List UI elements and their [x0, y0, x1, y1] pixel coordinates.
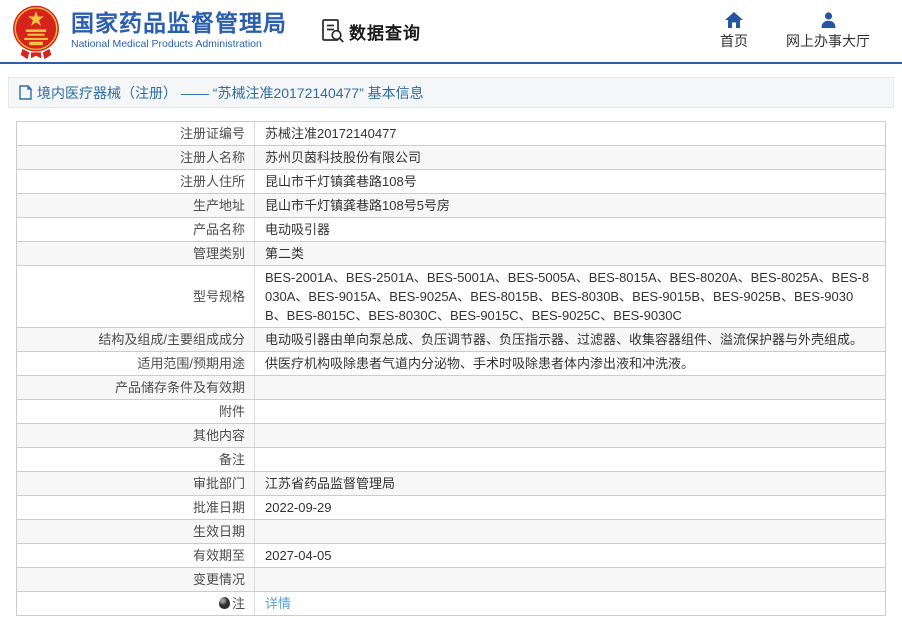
table-row: 产品名称 电动吸引器 — [16, 217, 886, 242]
row-value — [254, 519, 886, 544]
row-value: 昆山市千灯镇龚巷路108号5号房 — [254, 193, 886, 218]
row-value: 昆山市千灯镇龚巷路108号 — [254, 169, 886, 194]
person-icon — [821, 11, 835, 28]
nav-home[interactable]: 首页 — [720, 11, 748, 51]
agency-name-cn: 国家药品监督管理局 — [71, 10, 287, 37]
data-query-label: 数据查询 — [349, 23, 421, 43]
row-label: 审批部门 — [16, 471, 255, 496]
nav-home-label: 首页 — [720, 32, 748, 49]
table-row: 结构及组成/主要组成成分 电动吸引器由单向泵总成、负压调节器、负压指示器、过滤器… — [16, 327, 886, 352]
table-row: 生效日期 — [16, 519, 886, 544]
document-search-icon — [322, 19, 344, 43]
row-label: 结构及组成/主要组成成分 — [16, 327, 255, 352]
detail-link[interactable]: 详情 — [265, 596, 291, 611]
nav-service-hall-label: 网上办事大厅 — [786, 32, 870, 49]
row-label: 有效期至 — [16, 543, 255, 568]
table-row: 备注 — [16, 447, 886, 472]
table-row: 变更情况 — [16, 567, 886, 592]
row-value: 江苏省药品监督管理局 — [254, 471, 886, 496]
row-label: 生产地址 — [16, 193, 255, 218]
table-row: 注册人名称 苏州贝茵科技股份有限公司 — [16, 145, 886, 170]
table-row: 注册人住所 昆山市千灯镇龚巷路108号 — [16, 169, 886, 194]
row-value: 供医疗机构吸除患者气道内分泌物、手术时吸除患者体内渗出液和冲洗液。 — [254, 351, 886, 376]
row-value: 苏州贝茵科技股份有限公司 — [254, 145, 886, 170]
data-query-button[interactable]: 数据查询 — [321, 18, 421, 44]
row-label: 产品名称 — [16, 217, 255, 242]
row-value: 电动吸引器由单向泵总成、负压调节器、负压指示器、过滤器、收集容器组件、溢流保护器… — [254, 327, 886, 352]
agency-name-en: National Medical Products Administration — [71, 38, 262, 51]
table-row: 适用范围/预期用途 供医疗机构吸除患者气道内分泌物、手术时吸除患者体内渗出液和冲… — [16, 351, 886, 376]
row-label: 产品储存条件及有效期 — [16, 375, 255, 400]
table-row: 产品储存条件及有效期 — [16, 375, 886, 400]
info-table: 注册证编号 苏械注准20172140477 注册人名称 苏州贝茵科技股份有限公司… — [16, 121, 886, 616]
table-row: 管理类别 第二类 — [16, 241, 886, 266]
table-row: 其他内容 — [16, 423, 886, 448]
row-value — [254, 375, 886, 400]
row-value: 电动吸引器 — [254, 217, 886, 242]
home-icon — [725, 11, 743, 28]
row-label: 注册人住所 — [16, 169, 255, 194]
row-value: BES-2001A、BES-2501A、BES-5001A、BES-5005A、… — [254, 265, 886, 328]
row-label: 管理类别 — [16, 241, 255, 266]
table-row: 注 详情 — [16, 591, 886, 616]
nav-service-hall[interactable]: 网上办事大厅 — [786, 11, 870, 51]
table-row: 附件 — [16, 399, 886, 424]
row-value — [254, 447, 886, 472]
row-label: 生效日期 — [16, 519, 255, 544]
row-value: 2027-04-05 — [254, 543, 886, 568]
row-label: 型号规格 — [16, 265, 255, 328]
table-row: 注册证编号 苏械注准20172140477 — [16, 121, 886, 146]
row-label: 注册人名称 — [16, 145, 255, 170]
breadcrumb-text: 境内医疗器械（注册） —— “苏械注准20172140477” 基本信息 — [37, 84, 424, 101]
table-row: 有效期至 2027-04-05 — [16, 543, 886, 568]
breadcrumb: 境内医疗器械（注册） —— “苏械注准20172140477” 基本信息 — [8, 77, 894, 108]
row-value: 2022-09-29 — [254, 495, 886, 520]
agency-logo-group: 国家药品监督管理局 National Medical Products Admi… — [10, 2, 287, 60]
header-nav: 首页 网上办事大厅 — [720, 11, 870, 51]
bulb-icon — [218, 597, 230, 609]
row-label: 其他内容 — [16, 423, 255, 448]
row-label: 变更情况 — [16, 567, 255, 592]
row-value — [254, 399, 886, 424]
table-row: 审批部门 江苏省药品监督管理局 — [16, 471, 886, 496]
row-label: 批准日期 — [16, 495, 255, 520]
row-label: 注册证编号 — [16, 121, 255, 146]
row-label: 附件 — [16, 399, 255, 424]
row-label: 备注 — [16, 447, 255, 472]
table-row: 型号规格 BES-2001A、BES-2501A、BES-5001A、BES-5… — [16, 265, 886, 328]
row-value: 苏械注准20172140477 — [254, 121, 886, 146]
agency-title-block: 国家药品监督管理局 National Medical Products Admi… — [71, 10, 287, 51]
row-label: 适用范围/预期用途 — [16, 351, 255, 376]
document-icon — [19, 85, 32, 100]
table-row: 批准日期 2022-09-29 — [16, 495, 886, 520]
row-value — [254, 567, 886, 592]
site-header: 国家药品监督管理局 National Medical Products Admi… — [0, 0, 902, 64]
table-row: 生产地址 昆山市千灯镇龚巷路108号5号房 — [16, 193, 886, 218]
row-value — [254, 423, 886, 448]
row-label: 注 — [16, 591, 255, 616]
row-value: 详情 — [254, 591, 886, 616]
row-value: 第二类 — [254, 241, 886, 266]
info-table-body: 注册证编号 苏械注准20172140477 注册人名称 苏州贝茵科技股份有限公司… — [16, 121, 886, 616]
national-emblem-icon — [13, 5, 59, 60]
